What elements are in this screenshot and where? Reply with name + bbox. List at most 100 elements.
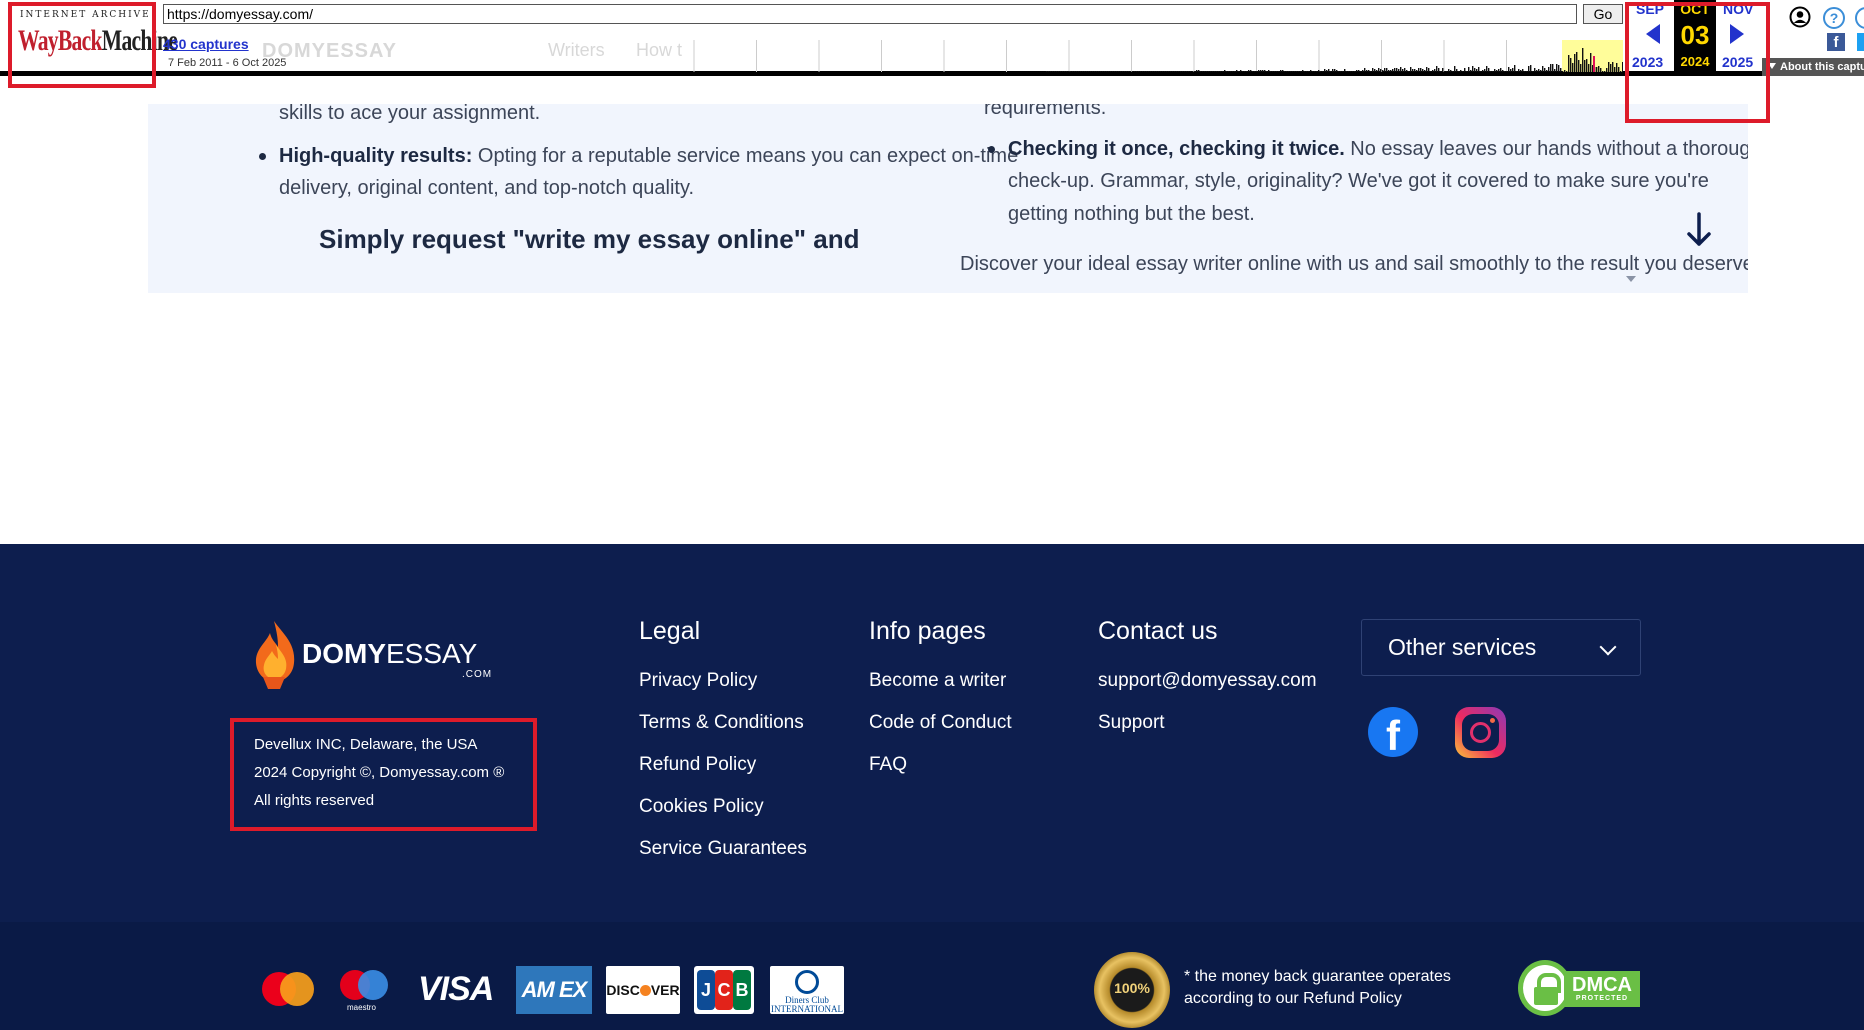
sparkline-bar	[1582, 48, 1584, 72]
sparkline-bar	[1222, 71, 1224, 72]
help-icon[interactable]: ?	[1823, 7, 1845, 29]
sparkline-bar	[1544, 68, 1546, 72]
sparkline-bar	[1458, 71, 1460, 72]
sparkline-bar	[1228, 71, 1230, 72]
facebook-icon[interactable]: f	[1368, 707, 1418, 757]
maestro-label: maestro	[347, 1003, 376, 1012]
sparkline-bar	[1472, 66, 1474, 72]
sparkline-bar	[1206, 71, 1208, 72]
sparkline-bar	[1488, 68, 1490, 72]
footer-link-support[interactable]: Support	[1098, 702, 1317, 744]
sparkline-bar	[1250, 70, 1252, 72]
dmca-badge[interactable]: DMCA PROTECTED	[1518, 960, 1640, 1016]
sparkline-bar	[1362, 70, 1364, 72]
sparkline-bar	[1214, 71, 1216, 72]
sparkline-bar	[1240, 70, 1242, 72]
sparkline-bar	[1254, 71, 1256, 72]
footer-link-cookies-policy[interactable]: Cookies Policy	[639, 786, 807, 828]
twitter-share-icon[interactable]	[1857, 33, 1864, 51]
footer-link-code-of-conduct[interactable]: Code of Conduct	[869, 702, 1012, 744]
footer-link-refund-policy[interactable]: Refund Policy	[639, 744, 807, 786]
wayback-go-button[interactable]: Go	[1583, 4, 1623, 24]
instagram-icon[interactable]	[1455, 707, 1506, 758]
sparkline-bar	[1480, 71, 1482, 72]
footer-link-become-writer[interactable]: Become a writer	[869, 660, 1012, 702]
sparkline-bar	[1378, 68, 1380, 72]
sparkline-bar	[1368, 70, 1370, 72]
sparkline-bar	[1244, 71, 1246, 72]
page-ghost-nav-writers: Writers	[548, 40, 605, 60]
wayback-url-input[interactable]	[163, 4, 1577, 24]
footer-link-privacy-policy[interactable]: Privacy Policy	[639, 660, 807, 702]
sparkline-bar	[1514, 65, 1516, 72]
sparkline-bar	[1510, 69, 1512, 72]
sparkline-bar	[1374, 69, 1376, 72]
wayback-capture-sparkline[interactable]	[686, 40, 1623, 72]
diners-label: Diners Club INTERNATIONAL	[771, 995, 843, 1014]
sparkline-bar	[1382, 70, 1384, 72]
page-ghost-logo: DOMYESSAY	[262, 40, 397, 62]
list-item: High-quality results: Opting for a reput…	[255, 140, 1039, 205]
article-left-list: High-quality results: Opting for a reput…	[255, 140, 1039, 205]
sparkline-bar	[1152, 71, 1154, 72]
footer-link-faq[interactable]: FAQ	[869, 744, 1012, 786]
sparkline-bar	[1060, 71, 1062, 72]
money-back-note-line: * the money back guarantee operates	[1184, 968, 1451, 985]
sparkline-bar	[1076, 71, 1078, 72]
sparkline-bar	[1478, 67, 1480, 72]
sparkline-bar	[1398, 69, 1400, 72]
sparkline-bar	[1460, 70, 1462, 72]
sparkline-bar	[1094, 71, 1096, 72]
sparkline-bar	[1112, 71, 1114, 72]
sparkline-bar	[1352, 71, 1354, 72]
footer-column-legal: Legal Privacy Policy Terms & Conditions …	[639, 614, 807, 870]
scroll-down-marker-icon[interactable]	[1626, 276, 1636, 282]
sparkline-bar	[1366, 70, 1368, 72]
sparkline-bar	[1146, 71, 1148, 72]
sparkline-bar	[1104, 71, 1106, 72]
info-icon[interactable]	[1855, 7, 1864, 29]
sparkline-bar	[1538, 69, 1540, 72]
jcb-letter: B	[733, 970, 751, 1010]
footer-logo[interactable]: DOMYESSAY .COM	[252, 619, 512, 691]
other-services-dropdown[interactable]: Other services	[1361, 619, 1641, 676]
sparkline-bar	[1462, 71, 1464, 72]
sparkline-bar	[1084, 71, 1086, 72]
sparkline-bar	[1246, 71, 1248, 72]
sparkline-bar	[1280, 70, 1282, 72]
sparkline-bar	[1568, 55, 1570, 72]
footer-link-service-guarantees[interactable]: Service Guarantees	[639, 828, 807, 870]
footer-logo-text: DOMYESSAY	[302, 638, 477, 670]
arrow-down-icon[interactable]	[1686, 212, 1712, 248]
sparkline-bar	[1236, 70, 1238, 72]
dmca-label: DMCA	[1572, 974, 1632, 996]
sparkline-bar	[1506, 71, 1508, 72]
sparkline-bar	[1390, 70, 1392, 72]
money-back-note-line: according to our Refund Policy	[1184, 990, 1402, 1007]
sparkline-bar	[1614, 67, 1616, 72]
sparkline-selected-capture	[1593, 56, 1595, 72]
footer-link-terms[interactable]: Terms & Conditions	[639, 702, 807, 744]
sparkline-bar	[1492, 71, 1494, 72]
sparkline-bar	[1138, 71, 1140, 72]
sparkline-bar	[1046, 71, 1048, 72]
other-services-label: Other services	[1388, 634, 1537, 660]
sparkline-bar	[1526, 71, 1528, 72]
sparkline-bar	[1468, 67, 1470, 72]
sparkline-bar	[1392, 69, 1394, 72]
discover-label-a: DISC	[606, 982, 640, 998]
sparkline-bar	[1602, 71, 1604, 72]
sparkline-bar	[1224, 70, 1226, 72]
about-capture-button[interactable]: About this captu	[1762, 58, 1864, 76]
sparkline-bar	[1386, 68, 1388, 72]
sparkline-bar	[1286, 71, 1288, 72]
wayback-captures-link[interactable]: 430 captures	[163, 36, 249, 52]
footer-link-support-email[interactable]: support@domyessay.com	[1098, 660, 1317, 702]
user-account-icon[interactable]	[1789, 6, 1811, 28]
sparkline-bar	[1410, 67, 1412, 72]
facebook-share-icon[interactable]: f	[1827, 33, 1845, 51]
sparkline-bar	[1394, 68, 1396, 72]
sparkline-bar	[1564, 70, 1566, 72]
list-item-bold: Checking it once, checking it twice.	[1008, 137, 1345, 160]
sparkline-bar	[1508, 67, 1510, 72]
